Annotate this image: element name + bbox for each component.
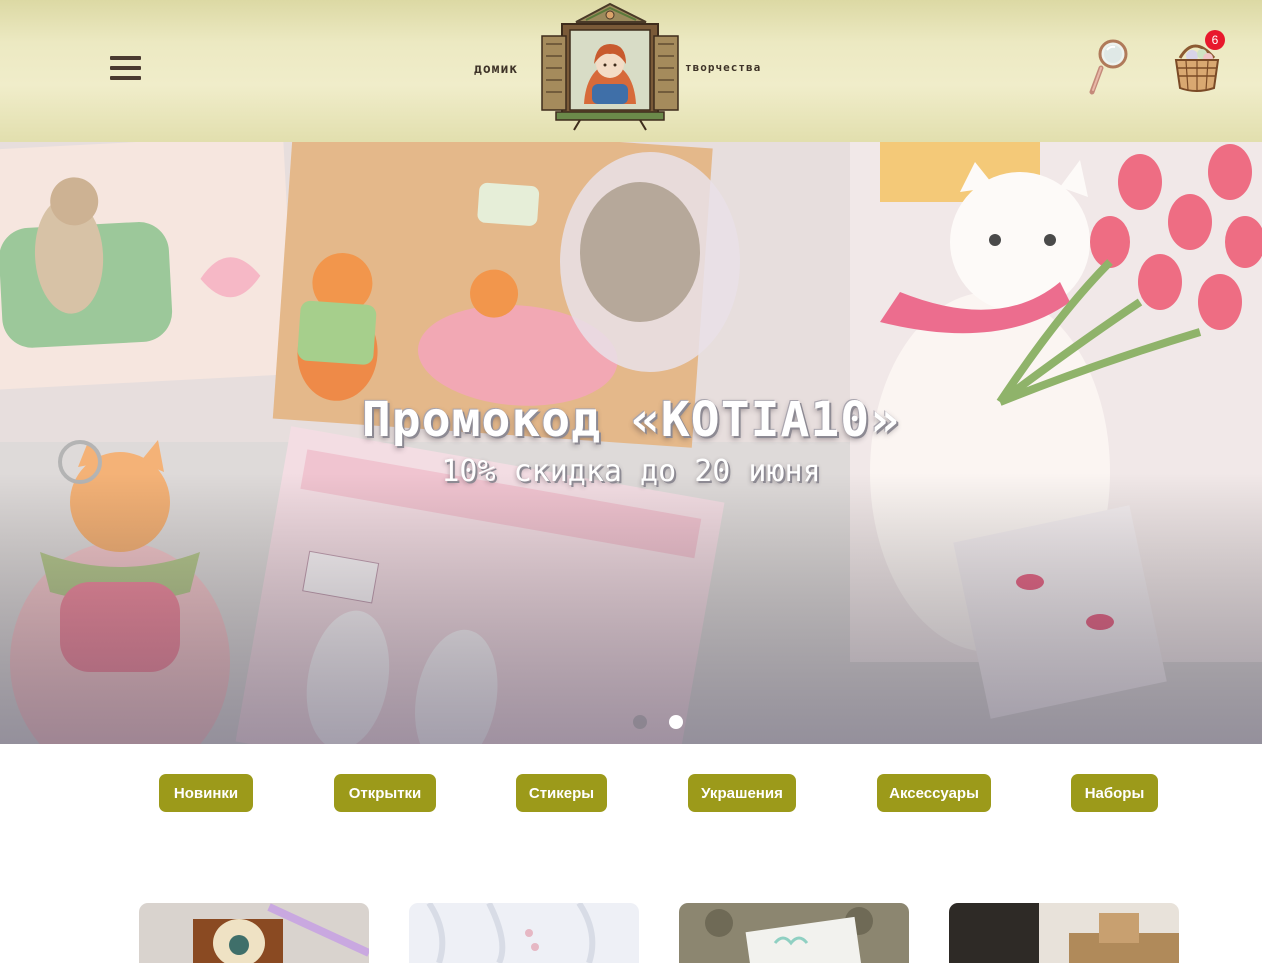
product-card-image[interactable]: [679, 903, 909, 963]
product-photo: [949, 903, 1179, 963]
site-logo[interactable]: домик творчества: [472, 0, 772, 134]
product-photo: [139, 903, 369, 963]
category-new[interactable]: Новинки: [159, 774, 253, 812]
category-stickers[interactable]: Стикеры: [516, 774, 607, 812]
product-card-image[interactable]: [409, 903, 639, 963]
slider-dot[interactable]: [633, 715, 647, 729]
slider-pagination: [633, 715, 693, 733]
menu-line: [110, 56, 141, 60]
product-card-image[interactable]: [139, 903, 369, 963]
promo-slider[interactable]: Промокод «KOTIA10» 10% скидка до 20 июня: [0, 142, 1262, 744]
product-card-image[interactable]: [949, 903, 1179, 963]
menu-line: [110, 66, 141, 70]
house-logo-icon: [541, 2, 679, 131]
promo-subtitle: 10% скидка до 20 июня: [441, 454, 821, 489]
slider-dot-active[interactable]: [669, 715, 683, 729]
hamburger-menu-icon[interactable]: [110, 56, 142, 82]
category-postcards[interactable]: Открытки: [334, 774, 436, 812]
logo-text-right: творчества: [685, 61, 762, 74]
magnifier-icon[interactable]: [1089, 38, 1133, 96]
category-jewelry[interactable]: Украшения: [688, 774, 796, 812]
promo-title: Промокод «KOTIA10»: [361, 392, 901, 448]
category-sets[interactable]: Наборы: [1071, 774, 1158, 812]
logo-text-left: домик: [474, 62, 519, 77]
product-photo: [679, 903, 909, 963]
site-header: домик творчества 6: [0, 0, 1262, 142]
category-accessories[interactable]: Аксессуары: [877, 774, 991, 812]
menu-line: [110, 76, 141, 80]
cart-count-badge: 6: [1205, 30, 1225, 50]
product-photo: [409, 903, 639, 963]
